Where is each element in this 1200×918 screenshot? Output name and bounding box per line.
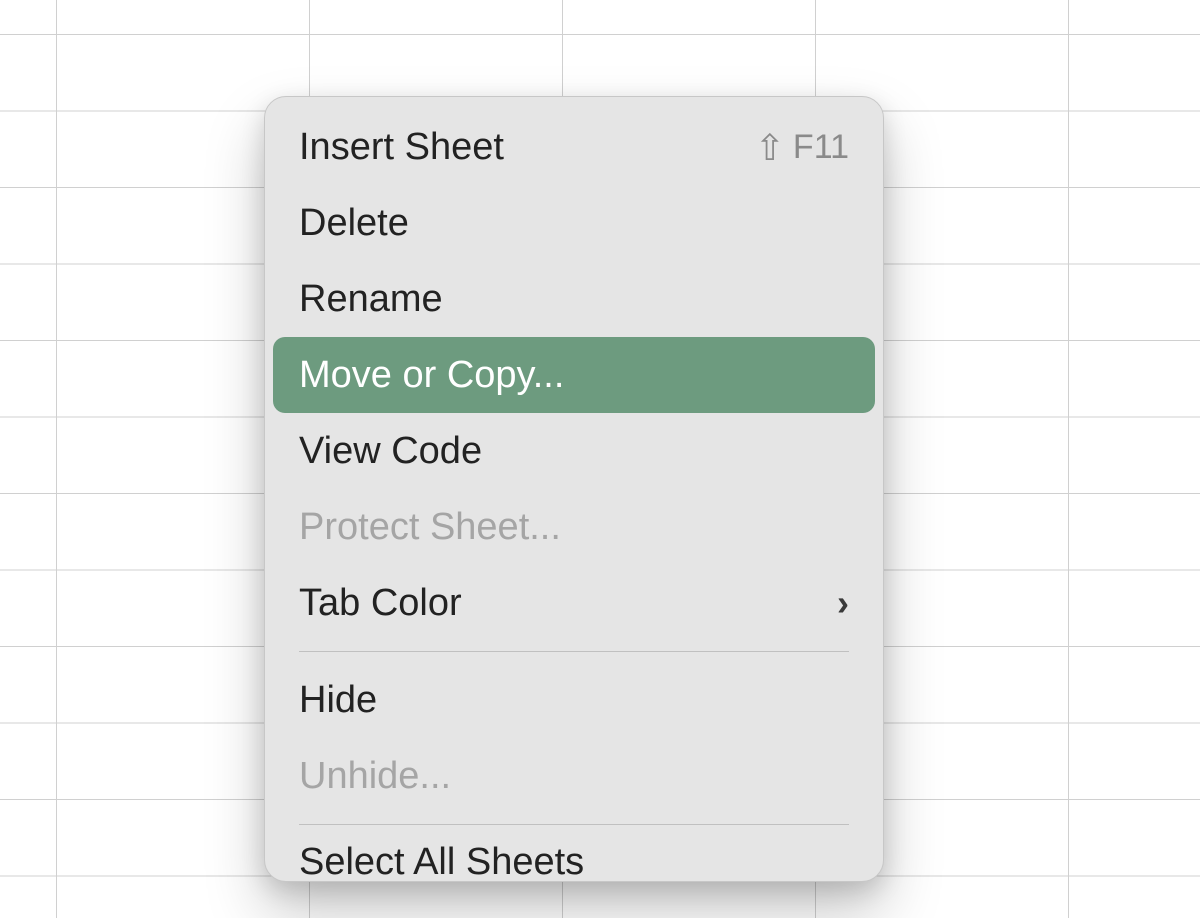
menu-item-delete[interactable]: Delete [273, 185, 875, 261]
chevron-right-icon: › [837, 582, 849, 624]
menu-item-label: Select All Sheets [299, 841, 584, 881]
menu-item-protect-sheet: Protect Sheet... [273, 489, 875, 565]
menu-item-select-all-sheets[interactable]: Select All Sheets [273, 835, 875, 881]
menu-item-unhide: Unhide... [273, 738, 875, 814]
menu-separator [299, 651, 849, 652]
shortcut-hint: ⇧ F11 [755, 128, 849, 167]
menu-item-label: Unhide... [299, 755, 451, 798]
menu-item-rename[interactable]: Rename [273, 261, 875, 337]
menu-item-hide[interactable]: Hide [273, 662, 875, 738]
menu-item-label: Rename [299, 278, 443, 321]
menu-item-move-or-copy[interactable]: Move or Copy... [273, 337, 875, 413]
shortcut-key: F11 [793, 128, 849, 167]
sheet-tab-context-menu: Insert Sheet ⇧ F11 Delete Rename Move or… [264, 96, 884, 882]
shift-icon: ⇧ [755, 130, 785, 166]
menu-item-insert-sheet[interactable]: Insert Sheet ⇧ F11 [273, 109, 875, 185]
menu-item-label: Move or Copy... [299, 354, 564, 397]
menu-item-label: View Code [299, 430, 482, 473]
menu-item-view-code[interactable]: View Code [273, 413, 875, 489]
menu-item-label: Protect Sheet... [299, 506, 561, 549]
menu-item-label: Tab Color [299, 582, 462, 625]
menu-separator [299, 824, 849, 825]
menu-item-label: Delete [299, 202, 409, 245]
menu-item-tab-color[interactable]: Tab Color › [273, 565, 875, 641]
menu-item-label: Insert Sheet [299, 126, 504, 169]
menu-item-label: Hide [299, 679, 377, 722]
